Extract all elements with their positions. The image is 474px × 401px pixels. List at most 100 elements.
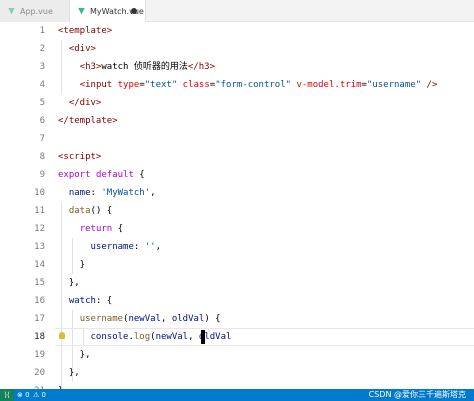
code-token: watch 侦听器的用法 (101, 62, 188, 72)
warnings-count[interactable]: ⚠ 0 (33, 389, 46, 401)
code-token: { (133, 170, 145, 180)
line-number: 20 (34, 368, 45, 378)
code-line[interactable]: 7 (0, 130, 474, 148)
code-line[interactable]: 9 export default { (0, 166, 474, 184)
code-token: { (112, 224, 124, 234)
code-token: }, (58, 350, 91, 360)
code-line[interactable]: 15 }, (0, 274, 474, 292)
line-number: 5 (39, 98, 45, 108)
code-token: export (58, 170, 91, 180)
code-line[interactable]: 8 <script> (0, 148, 474, 166)
line-number: 14 (34, 260, 45, 270)
code-text: export default { (58, 166, 145, 184)
line-number: 12 (34, 224, 45, 234)
line-number: 1 (39, 26, 45, 36)
code-token: data (68, 206, 91, 216)
code-token: <div> (68, 44, 96, 54)
text-cursor (201, 330, 205, 344)
code-text: name: 'MyWatch', (58, 184, 156, 202)
code-line[interactable]: 2 <div> (0, 40, 474, 58)
code-line[interactable]: 10 name: 'MyWatch', (0, 184, 474, 202)
vue-file-icon (78, 7, 85, 15)
code-line[interactable]: 19 }, (0, 346, 474, 364)
code-line[interactable]: 13 username: '', (0, 238, 474, 256)
code-token: <script> (58, 152, 102, 162)
code-text: <h3>watch 侦听器的用法</h3> (58, 58, 215, 76)
code-token: '' (144, 242, 156, 252)
line-number: 17 (34, 314, 45, 324)
line-number: 13 (34, 242, 45, 252)
code-text: </div> (58, 94, 102, 112)
code-token: watch (68, 296, 96, 306)
code-line[interactable]: 5 </div> (0, 94, 474, 112)
line-number: 2 (39, 44, 45, 54)
code-text: username(newVal, oldVal) { (58, 310, 221, 328)
code-token: username (90, 242, 134, 252)
code-token: , (150, 188, 156, 198)
errors-count[interactable]: ⊗ 0 (17, 389, 30, 401)
code-text: data() { (58, 202, 112, 220)
editor-tab-bar: App.vue MyWatch.vue (0, 0, 474, 22)
code-text: <input type="text" class="form-control" … (58, 76, 438, 94)
code-token: <h3> (79, 62, 102, 72)
code-text: watch: { (58, 292, 112, 310)
code-text: <template> (58, 22, 112, 40)
current-line-highlight (55, 328, 474, 346)
code-text: } (58, 382, 63, 389)
code-line[interactable]: 16 watch: { (0, 292, 474, 310)
code-line[interactable]: 14 } (0, 256, 474, 274)
code-token: return (79, 224, 113, 234)
tab-label: App.vue (20, 6, 53, 16)
line-number: 10 (34, 188, 45, 198)
code-line[interactable]: 1 <template> (0, 22, 474, 40)
code-token: v-model.trim (296, 80, 362, 90)
code-text: return { (58, 220, 123, 238)
code-line[interactable]: 11 data() { (0, 202, 474, 220)
line-number: 4 (39, 80, 45, 90)
code-token: default (95, 170, 134, 180)
line-number: 15 (34, 278, 45, 288)
tab-app-vue[interactable]: App.vue (0, 0, 70, 22)
code-line[interactable]: 4 <input type="text" class="form-control… (0, 76, 474, 94)
lightbulb-icon[interactable] (59, 332, 65, 339)
code-token: ) { (204, 314, 221, 324)
code-token: </h3> (187, 62, 215, 72)
code-text: }, (58, 274, 80, 292)
code-token: /> (426, 80, 438, 90)
unsaved-dot-icon[interactable] (131, 8, 137, 14)
code-token: : (133, 242, 145, 252)
code-line[interactable]: 6 </template> (0, 112, 474, 130)
code-token: } (58, 260, 86, 270)
code-line[interactable]: 20 }, (0, 364, 474, 382)
line-number: 16 (34, 296, 45, 306)
status-bar: ⟩⟨ ⊗ 0 ⚠ 0 CSDN @爱你三千遍斯塔克 (0, 389, 474, 401)
line-number: 3 (39, 62, 45, 72)
code-token: oldVal (171, 314, 205, 324)
code-token: : { (95, 296, 113, 306)
code-token: type (117, 80, 140, 90)
vue-file-icon (8, 7, 15, 15)
code-token: username (79, 314, 124, 324)
code-line[interactable]: 17 username(newVal, oldVal) { (0, 310, 474, 328)
code-line[interactable]: 21} (0, 382, 474, 389)
code-line[interactable]: 3 <h3>watch 侦听器的用法</h3> (0, 58, 474, 76)
code-token: "username" (366, 80, 422, 90)
code-text: }, (58, 364, 80, 382)
remote-icon[interactable]: ⟩⟨ (0, 389, 14, 401)
code-token: </template> (58, 116, 118, 126)
tab-mywatch-vue[interactable]: MyWatch.vue (70, 0, 146, 22)
code-token: , (155, 242, 161, 252)
code-editor[interactable]: 21}20 },19 },18 console.log(newVal, oldV… (0, 22, 474, 389)
code-line[interactable]: 12 return { (0, 220, 474, 238)
line-number: 21 (0, 382, 45, 389)
line-number: 9 (39, 170, 45, 180)
code-token: </div> (68, 98, 102, 108)
code-text: </template> (58, 112, 118, 130)
code-token: "form-control" (215, 80, 292, 90)
